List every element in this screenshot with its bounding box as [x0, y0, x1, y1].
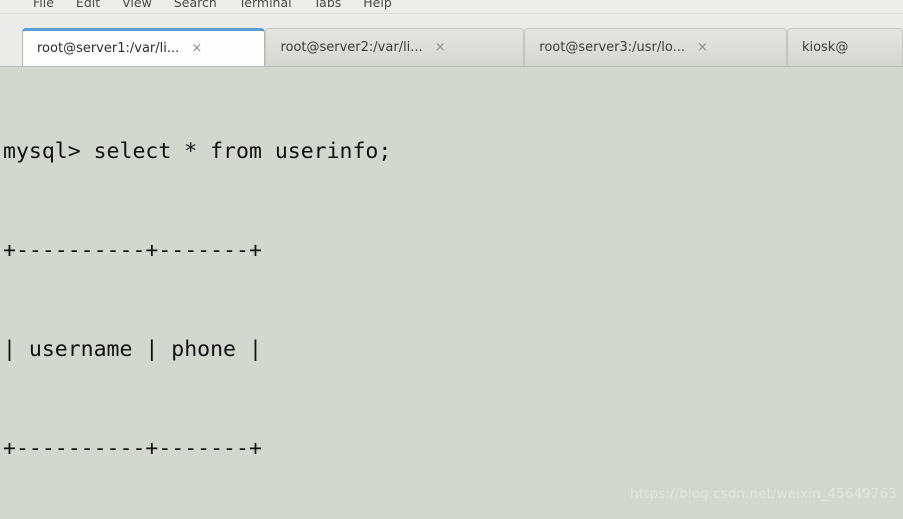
terminal-window: File Edit View Search Terminal Tabs Help… — [0, 0, 903, 519]
tab-server3[interactable]: root@server3:/usr/lo... × — [524, 28, 787, 66]
tab-label: root@server1:/var/li... — [37, 41, 180, 56]
menu-bar: File Edit View Search Terminal Tabs Help — [0, 0, 903, 14]
menu-item-tabs[interactable]: Tabs — [303, 0, 353, 14]
menu-item-edit[interactable]: Edit — [65, 0, 111, 14]
terminal-line-rule-top: +----------+-------+ — [3, 238, 262, 263]
menu-item-search[interactable]: Search — [163, 0, 228, 14]
close-icon[interactable]: × — [189, 41, 204, 56]
menu-item-help[interactable]: Help — [352, 0, 403, 14]
tab-label: root@server3:/usr/lo... — [539, 40, 685, 55]
menu-item-file[interactable]: File — [22, 0, 65, 14]
terminal-screen[interactable]: mysql> select * from userinfo; +--------… — [0, 67, 903, 519]
tab-kiosk[interactable]: kiosk@ — [786, 28, 903, 66]
watermark-text: https://blog.csdn.net/weixin_45649763 — [630, 486, 897, 502]
menu-item-view[interactable]: View — [111, 0, 163, 14]
terminal-output: mysql> select * from userinfo; +--------… — [3, 69, 391, 519]
tab-server2[interactable]: root@server2:/var/li... × — [265, 28, 525, 66]
terminal-line-command: mysql> select * from userinfo; — [3, 139, 392, 164]
tab-server1[interactable]: root@server1:/var/li... × — [22, 28, 266, 66]
close-icon[interactable]: × — [433, 40, 448, 55]
terminal-line-rule-mid: +----------+-------+ — [3, 436, 262, 461]
close-icon[interactable]: × — [695, 40, 710, 55]
tab-label: kiosk@ — [801, 40, 849, 55]
terminal-line-header: | username | phone | — [3, 337, 262, 362]
menu-item-terminal[interactable]: Terminal — [228, 0, 303, 14]
tab-label: root@server2:/var/li... — [280, 40, 423, 55]
tab-bar: root@server1:/var/li... × root@server2:/… — [0, 14, 903, 67]
